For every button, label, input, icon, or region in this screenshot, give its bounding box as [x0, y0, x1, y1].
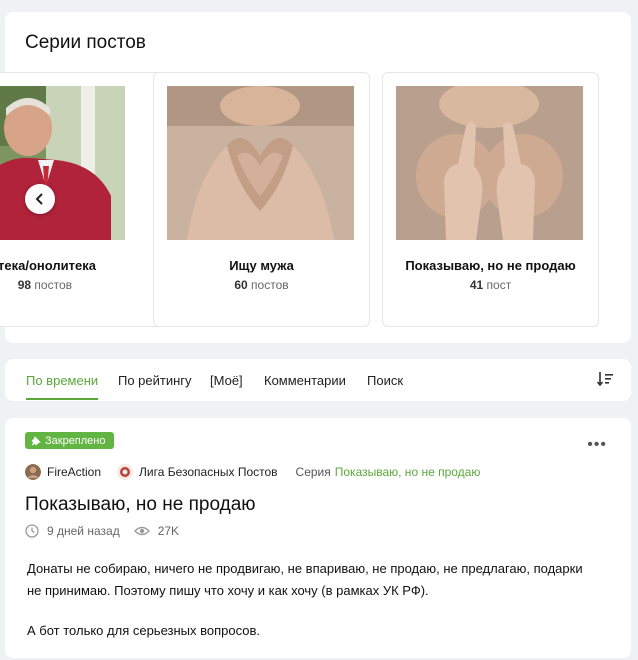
post-title[interactable]: Показываю, но не продаю: [25, 494, 256, 516]
post-time: 9 дней назад: [47, 524, 120, 538]
series-section: Серии постов тека/онолитека 98 постов Ищ…: [0, 12, 631, 343]
tab-mine[interactable]: [Моё]: [210, 373, 243, 388]
tab-search[interactable]: Поиск: [367, 373, 403, 388]
clock-icon: [25, 524, 39, 538]
active-tab-indicator: [26, 398, 98, 400]
series-name[interactable]: Показываю, но не продаю: [383, 258, 598, 273]
series-tile[interactable]: Ищу мужа 60 постов: [153, 72, 370, 327]
series-label: Серия: [295, 465, 331, 479]
more-icon[interactable]: •••: [587, 436, 607, 454]
eye-icon: [133, 526, 150, 536]
sort-icon[interactable]: [597, 371, 613, 387]
community-avatar[interactable]: [117, 464, 134, 480]
series-name[interactable]: Ищу мужа: [154, 258, 369, 273]
series-link[interactable]: Показываю, но не продаю: [335, 465, 481, 479]
series-thumbnail[interactable]: [0, 86, 125, 240]
post-meta: FireAction Лига Безопасных Постов Серия …: [25, 464, 480, 480]
post-body: Донаты не собираю, ничего не продвигаю, …: [27, 558, 597, 660]
tab-by-rating[interactable]: По рейтингу: [118, 373, 192, 388]
tab-comments[interactable]: Комментарии: [264, 373, 346, 388]
post-stats: 9 дней назад 27K: [25, 524, 179, 538]
series-count: 60 постов: [234, 278, 289, 292]
pinned-badge: Закреплено: [25, 432, 114, 449]
author-avatar[interactable]: [25, 464, 41, 480]
series-thumbnail[interactable]: [396, 86, 583, 240]
series-count: 41 пост: [469, 278, 512, 292]
post-paragraph: А бот только для серьезных вопросов.: [27, 623, 261, 638]
series-thumbnail[interactable]: [167, 86, 354, 240]
post-views: 27K: [157, 524, 180, 538]
chevron-left-icon: [35, 193, 43, 205]
post-card: Закреплено ••• FireAction Лига Безопасны…: [5, 418, 631, 658]
series-title: Серии постов: [25, 32, 146, 53]
series-name[interactable]: тека/онолитека: [0, 258, 96, 273]
author-name[interactable]: FireAction: [47, 465, 101, 479]
pinned-label: Закреплено: [45, 434, 106, 447]
post-paragraph: Донаты не собираю, ничего не продвигаю, …: [27, 561, 583, 598]
series-tile[interactable]: Показываю, но не продаю 41 пост: [382, 72, 599, 327]
series-count: 98 постов: [17, 278, 72, 292]
carousel-prev-button[interactable]: [25, 184, 55, 214]
pin-icon: [31, 435, 41, 445]
community-name[interactable]: Лига Безопасных Постов: [139, 465, 278, 479]
sort-tabs: По времени По рейтингу [Моё] Комментарии…: [5, 359, 631, 401]
tab-by-time[interactable]: По времени: [26, 373, 98, 388]
